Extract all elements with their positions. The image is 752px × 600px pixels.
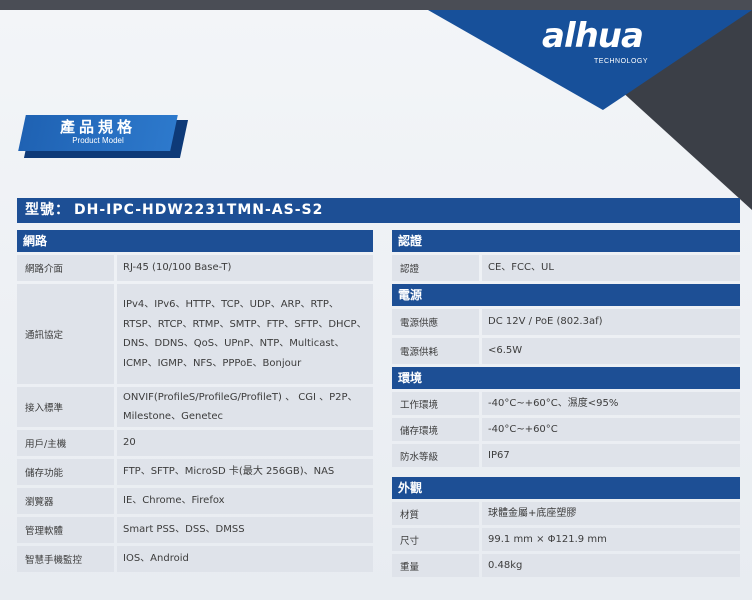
environment-heading: 環境 [392, 367, 740, 389]
spec-value: DC 12V / PoE (802.3af) [482, 309, 740, 335]
spec-key: 用戶/主機 [17, 430, 114, 456]
spec-value: -40°C~+60°C [482, 418, 740, 441]
certification-heading: 認證 [392, 230, 740, 252]
spec-row: 工作環境 -40°C~+60°C、濕度<95% [392, 392, 740, 415]
spec-value: 0.48kg [482, 554, 740, 577]
spec-value: FTP、SFTP、MicroSD 卡(最大 256GB)、NAS [117, 459, 373, 485]
spec-row: 網路介面 RJ-45 (10/100 Base-T) [17, 255, 373, 281]
right-specs: 認證 認證 CE、FCC、UL 電源 電源供應 DC 12V / PoE (80… [392, 230, 740, 580]
spec-row: 接入標準 ONVIF(ProfileS/ProfileG/ProfileT) 、… [17, 387, 373, 427]
spec-value: RJ-45 (10/100 Base-T) [117, 255, 373, 281]
model-label: 型號： [25, 202, 70, 218]
spec-row: 電源供應 DC 12V / PoE (802.3af) [392, 309, 740, 335]
spec-key: 管理軟體 [17, 517, 114, 543]
spec-row: 電源供耗 <6.5W [392, 338, 740, 364]
spec-row: 通訊協定 IPv4、IPv6、HTTP、TCP、UDP、ARP、RTP、RTSP… [17, 284, 373, 384]
spec-row: 智慧手機監控 IOS、Android [17, 546, 373, 572]
spec-row: 重量 0.48kg [392, 554, 740, 577]
spec-value: 球體金屬+底座塑膠 [482, 502, 740, 525]
spec-key: 儲存環境 [392, 418, 479, 441]
spec-value: IE、Chrome、Firefox [117, 488, 373, 514]
spec-key: 材質 [392, 502, 479, 525]
spec-value: 99.1 mm × Φ121.9 mm [482, 528, 740, 551]
spec-row: 用戶/主機 20 [17, 430, 373, 456]
spec-key: 瀏覽器 [17, 488, 114, 514]
spec-row: 管理軟體 Smart PSS、DSS、DMSS [17, 517, 373, 543]
spec-value: <6.5W [482, 338, 740, 364]
ribbon-title: 產品規格 [59, 118, 136, 136]
spec-value: IPv4、IPv6、HTTP、TCP、UDP、ARP、RTP、RTSP、RTCP… [117, 284, 373, 384]
spec-value: IP67 [482, 444, 740, 467]
spec-key: 認證 [392, 255, 479, 281]
spec-key: 智慧手機監控 [17, 546, 114, 572]
spec-row: 瀏覽器 IE、Chrome、Firefox [17, 488, 373, 514]
brand-tagline: TECHNOLOGY [594, 58, 649, 65]
power-heading: 電源 [392, 284, 740, 306]
model-bar: 型號： DH-IPC-HDW2231TMN-AS-S2 [17, 198, 740, 223]
spec-key: 儲存功能 [17, 459, 114, 485]
brand-wordmark: alhua [542, 16, 644, 56]
network-section: 網路 網路介面 RJ-45 (10/100 Base-T) 通訊協定 IPv4、… [17, 230, 373, 575]
spec-row: 防水等級 IP67 [392, 444, 740, 467]
spec-value: -40°C~+60°C、濕度<95% [482, 392, 740, 415]
model-value: DH-IPC-HDW2231TMN-AS-S2 [74, 202, 324, 218]
top-bar [0, 0, 752, 10]
ribbon-subtitle: Product Model [72, 136, 124, 145]
spec-row: 認證 CE、FCC、UL [392, 255, 740, 281]
spec-key: 接入標準 [17, 387, 114, 427]
spec-row: 材質 球體金屬+底座塑膠 [392, 502, 740, 525]
spec-value: CE、FCC、UL [482, 255, 740, 281]
spec-value: ONVIF(ProfileS/ProfileG/ProfileT) 、 CGI … [117, 387, 373, 427]
spec-key: 通訊協定 [17, 284, 114, 384]
spec-key: 尺寸 [392, 528, 479, 551]
spec-value: 20 [117, 430, 373, 456]
spec-key: 重量 [392, 554, 479, 577]
spec-row: 儲存環境 -40°C~+60°C [392, 418, 740, 441]
spec-value: IOS、Android [117, 546, 373, 572]
network-heading: 網路 [17, 230, 373, 252]
spec-row: 尺寸 99.1 mm × Φ121.9 mm [392, 528, 740, 551]
brand-logo: alhua TECHNOLOGY [542, 18, 692, 70]
spec-key: 防水等級 [392, 444, 479, 467]
spec-value: Smart PSS、DSS、DMSS [117, 517, 373, 543]
ribbon-text: 產品規格 Product Model [22, 118, 174, 146]
spec-key: 電源供應 [392, 309, 479, 335]
spec-row: 儲存功能 FTP、SFTP、MicroSD 卡(最大 256GB)、NAS [17, 459, 373, 485]
spec-key: 電源供耗 [392, 338, 479, 364]
spec-key: 網路介面 [17, 255, 114, 281]
spec-key: 工作環境 [392, 392, 479, 415]
appearance-heading: 外觀 [392, 477, 740, 499]
